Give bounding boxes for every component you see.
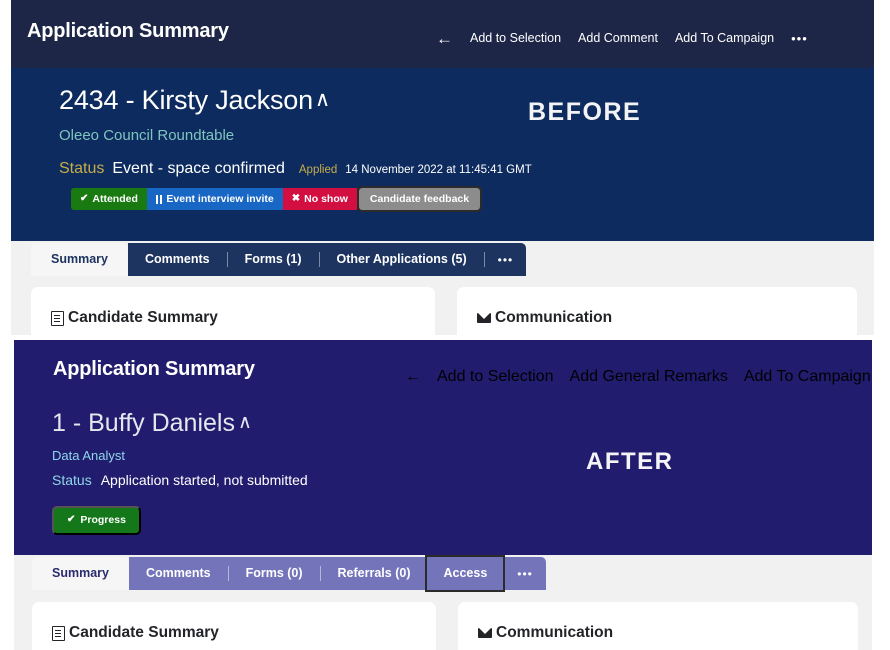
- chevron-up-icon[interactable]: ∧: [315, 87, 330, 112]
- document-icon: [51, 310, 64, 326]
- applied-date: 14 November 2022 at 11:45:41 GMT: [345, 164, 532, 176]
- before-action-buttons: ✔ Attended Event interview invite ✖ No s…: [71, 186, 483, 212]
- after-tab-group: Comments Forms (0) Referrals (0) Access …: [128, 555, 546, 592]
- tab-access[interactable]: Access: [425, 555, 506, 592]
- attended-button-label: Attended: [92, 192, 138, 205]
- progress-button[interactable]: ✔ Progress: [52, 506, 141, 535]
- tab-summary[interactable]: Summary: [31, 243, 128, 276]
- after-cards: Candidate Summary Communication: [32, 602, 858, 650]
- before-top-bar: Application Summary ← Add to Selection A…: [11, 0, 874, 68]
- back-arrow-icon[interactable]: ←: [405, 368, 421, 386]
- add-to-selection-link[interactable]: Add to Selection: [470, 32, 561, 45]
- after-header-actions: ← Add to Selection Add General Remarks A…: [405, 368, 871, 386]
- tab-summary[interactable]: Summary: [32, 557, 129, 590]
- before-cards: Candidate Summary Communication: [31, 287, 857, 335]
- add-comment-link[interactable]: Add Comment: [578, 32, 658, 45]
- progress-button-label: Progress: [80, 514, 126, 526]
- tab-overflow-icon[interactable]: •••: [504, 557, 546, 590]
- before-header-actions: ← Add to Selection Add Comment Add To Ca…: [436, 30, 808, 47]
- after-panel: Application Summary ← Add to Selection A…: [14, 340, 872, 650]
- after-candidate-name-text: 1 - Buffy Daniels: [52, 409, 235, 437]
- after-status-label: Status: [52, 472, 92, 488]
- tab-other-applications[interactable]: Other Applications (5): [320, 243, 484, 276]
- candidate-name-text: 2434 - Kirsty Jackson: [59, 85, 313, 115]
- candidate-summary-card[interactable]: Candidate Summary: [31, 287, 435, 335]
- status-value: Event - space confirmed: [112, 160, 285, 177]
- document-icon: [52, 625, 65, 641]
- tab-referrals[interactable]: Referrals (0): [321, 557, 428, 590]
- tab-forms[interactable]: Forms (1): [228, 243, 319, 276]
- back-arrow-icon[interactable]: ←: [436, 30, 453, 47]
- communication-card-title: Communication: [478, 624, 613, 642]
- after-tab-bar: Summary Comments Forms (0) Referrals (0)…: [32, 555, 546, 592]
- add-to-selection-link[interactable]: Add to Selection: [437, 368, 554, 386]
- no-show-button[interactable]: ✖ No show: [282, 188, 357, 210]
- candidate-feedback-button[interactable]: Candidate feedback: [356, 186, 483, 212]
- comparison-screenshot: Application Summary ← Add to Selection A…: [0, 0, 890, 650]
- envelope-icon: [477, 313, 491, 323]
- before-watermark: BEFORE: [528, 98, 642, 126]
- status-label: Status: [59, 160, 105, 177]
- after-watermark: AFTER: [586, 448, 674, 475]
- check-icon: ✔: [80, 193, 89, 204]
- envelope-icon: [478, 628, 492, 638]
- tab-forms[interactable]: Forms (0): [229, 557, 320, 590]
- candidate-name: 2434 - Kirsty Jackson∧: [59, 85, 330, 116]
- overflow-menu-icon[interactable]: •••: [791, 32, 808, 45]
- status-line: Status Event - space confirmed Applied 1…: [59, 160, 532, 178]
- communication-card-label: Communication: [495, 309, 613, 326]
- candidate-summary-card-title: Candidate Summary: [52, 624, 219, 642]
- tab-comments[interactable]: Comments: [128, 243, 227, 276]
- after-status-value: Application started, not submitted: [100, 472, 308, 488]
- event-interview-invite-label: Event interview invite: [166, 192, 274, 205]
- before-hero-section: 2434 - Kirsty Jackson∧ Oleeo Council Rou…: [11, 68, 874, 241]
- page-title: Application Summary: [27, 20, 229, 42]
- before-tab-group: Comments Forms (1) Other Applications (5…: [127, 243, 527, 276]
- communication-card-title: Communication: [477, 309, 612, 327]
- pause-icon: [155, 194, 163, 204]
- before-panel: Application Summary ← Add to Selection A…: [11, 0, 874, 335]
- event-interview-invite-button[interactable]: Event interview invite: [146, 188, 283, 210]
- add-general-remarks-link[interactable]: Add General Remarks: [570, 368, 728, 386]
- after-hero-section: Application Summary ← Add to Selection A…: [14, 340, 872, 555]
- communication-card[interactable]: Communication: [457, 287, 857, 335]
- no-show-button-label: No show: [304, 192, 348, 205]
- add-to-campaign-link[interactable]: Add To Campaign: [744, 368, 871, 386]
- candidate-summary-card-title: Candidate Summary: [51, 309, 218, 327]
- after-page-title: Application Summary: [53, 358, 255, 380]
- applied-label: Applied: [298, 164, 338, 176]
- after-vacancy-title: Data Analyst: [52, 448, 125, 463]
- tab-overflow-icon[interactable]: •••: [485, 243, 527, 276]
- vacancy-title: Oleeo Council Roundtable: [59, 127, 235, 144]
- add-to-campaign-link[interactable]: Add To Campaign: [675, 32, 774, 45]
- after-status-line: Status Application started, not submitte…: [52, 472, 308, 488]
- chevron-up-icon[interactable]: ∧: [238, 411, 252, 434]
- candidate-feedback-label: Candidate feedback: [369, 192, 470, 205]
- communication-card[interactable]: Communication: [458, 602, 858, 650]
- attended-button[interactable]: ✔ Attended: [71, 188, 147, 210]
- candidate-summary-card-label: Candidate Summary: [69, 624, 219, 641]
- before-tab-bar: Summary Comments Forms (1) Other Applica…: [31, 243, 527, 276]
- tab-comments[interactable]: Comments: [129, 557, 228, 590]
- candidate-summary-card[interactable]: Candidate Summary: [32, 602, 436, 650]
- after-candidate-name: 1 - Buffy Daniels ∧: [52, 409, 252, 438]
- communication-card-label: Communication: [496, 624, 614, 641]
- cross-icon: ✖: [291, 193, 301, 204]
- candidate-summary-card-label: Candidate Summary: [68, 309, 218, 326]
- check-icon: ✔: [67, 514, 76, 526]
